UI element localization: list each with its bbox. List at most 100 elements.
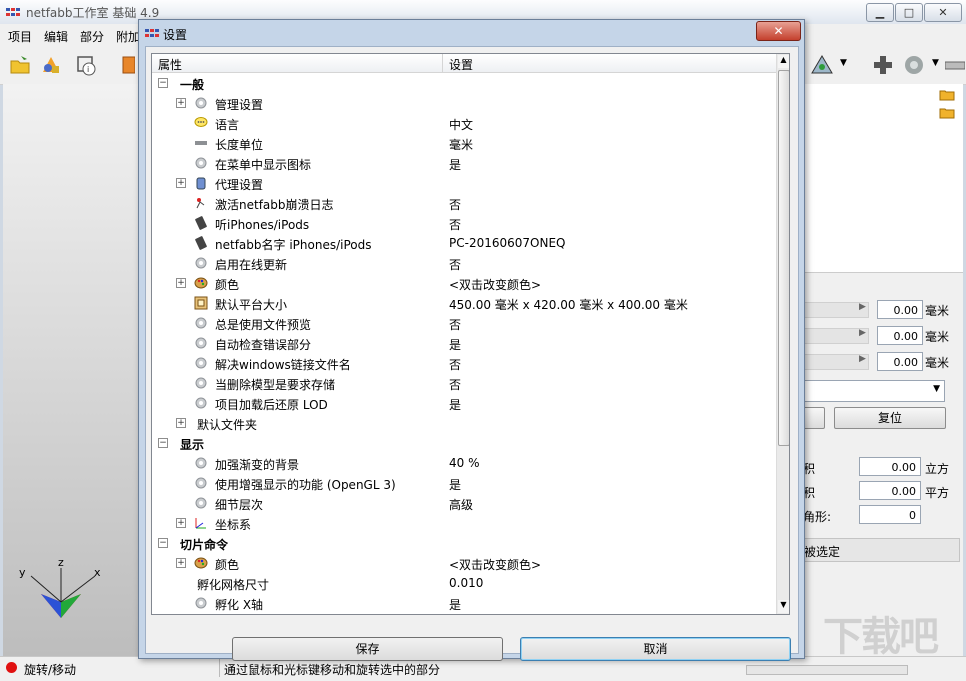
menu-edit[interactable]: 编辑 [44,28,68,45]
column-property-header[interactable]: 属性 [158,56,182,73]
status-mode: 旋转/移动 [24,663,77,677]
collapse-icon[interactable]: − [158,78,168,88]
reset-button[interactable]: 复位 [834,407,946,429]
settings-row[interactable]: 启用在线更新 否 [152,253,777,273]
gear-icon [194,396,208,410]
setting-value[interactable]: 是 [449,336,461,353]
folder-open-icon[interactable] [939,89,955,101]
settings-row[interactable]: 激活netfabb崩溃日志 否 [152,193,777,213]
setting-value[interactable]: 450.00 毫米 x 420.00 毫米 x 400.00 毫米 [449,296,688,313]
collapse-icon[interactable]: − [158,538,168,548]
setting-value[interactable]: <双击改变颜色> [449,276,541,293]
settings-row[interactable]: 孵化网格尺寸 0.010 [152,573,777,593]
settings-row[interactable]: + 管理设置 [152,93,777,113]
settings-row[interactable]: 使用增强显示的功能 (OpenGL 3) 是 [152,473,777,493]
settings-row[interactable]: 长度单位 毫米 [152,133,777,153]
settings-row[interactable]: netfabb名字 iPhones/iPods PC-20160607ONEQ [152,233,777,253]
expand-icon[interactable]: + [176,278,186,288]
analysis-icon[interactable] [810,54,836,76]
expand-icon[interactable]: + [176,178,186,188]
settings-row[interactable]: + 坐标系 [152,513,777,533]
setting-value[interactable]: 否 [449,196,461,213]
selection-bar: 被选定 [803,538,960,562]
scroll-up-button[interactable]: ▲ [778,55,789,68]
apply-button[interactable] [803,407,825,429]
setting-value[interactable]: 毫米 [449,136,473,153]
field-x-input[interactable]: 0.00 [877,300,923,319]
settings-row[interactable]: 加强渐变的背景 40 % [152,453,777,473]
settings-row[interactable]: 当删除模型是要求存储 否 [152,373,777,393]
grid-scrollbar[interactable]: ▲ ▼ [776,54,789,614]
cancel-button[interactable]: 取消 [520,637,791,661]
svg-text:i: i [87,65,89,74]
setting-value[interactable]: 中文 [449,116,473,133]
settings-row[interactable]: 在菜单中显示图标 是 [152,153,777,173]
settings-row[interactable]: 孵化 X轴 是 [152,593,777,613]
setting-value[interactable]: 否 [449,256,461,273]
settings-row[interactable]: 默认平台大小 450.00 毫米 x 420.00 毫米 x 400.00 毫米 [152,293,777,313]
folder-save-icon[interactable] [939,107,955,119]
dialog-close-button[interactable]: ✕ [756,21,801,41]
menu-addon[interactable]: 附加 [116,28,140,45]
minimize-button[interactable]: ▁ [866,3,894,22]
setting-value[interactable]: 否 [449,316,461,333]
settings-row[interactable]: 解决windows链接文件名 否 [152,353,777,373]
settings-section[interactable]: − 显示 [152,433,777,453]
field-z-input[interactable]: 0.00 [877,352,923,371]
project-tree[interactable] [803,84,963,273]
window-close-button[interactable]: ✕ [924,3,962,22]
field-y-input[interactable]: 0.00 [877,326,923,345]
setting-value[interactable]: 是 [449,596,461,613]
settings-row[interactable]: 总是使用文件预览 否 [152,313,777,333]
setting-value[interactable]: 否 [449,216,461,233]
repair-dropdown-icon[interactable]: ▼ [932,58,939,68]
setting-value[interactable]: PC-20160607ONEQ [449,236,565,250]
settings-row[interactable]: 细节层次 高级 [152,493,777,513]
column-setting-header[interactable]: 设置 [449,56,473,73]
setting-value[interactable]: 是 [449,156,461,173]
settings-row[interactable]: + 代理设置 [152,173,777,193]
setting-value[interactable]: 否 [449,376,461,393]
cube-icon[interactable] [121,54,135,76]
gear-icon [194,376,208,390]
plus-icon[interactable] [872,54,894,76]
settings-row[interactable]: 语言 中文 [152,113,777,133]
save-button[interactable]: 保存 [232,637,503,661]
expand-icon[interactable]: + [176,558,186,568]
menu-part[interactable]: 部分 [80,28,104,45]
setting-value[interactable]: 是 [449,396,461,413]
settings-property-grid[interactable]: 属性 设置 − 一般 + 管理设置 语言 中文 长度单位 毫米 在菜单中显示图标是 + 代理设置 激活… [151,53,790,615]
setting-value[interactable]: 是 [449,476,461,493]
expand-icon[interactable]: + [176,418,186,428]
settings-row[interactable]: 项目加载后还原 LOD 是 [152,393,777,413]
phone-icon [194,236,208,250]
settings-row[interactable]: + 颜色 <双击改变颜色> [152,273,777,293]
setting-value[interactable]: 高级 [449,496,473,513]
expand-icon[interactable]: + [176,98,186,108]
collapse-icon[interactable]: − [158,438,168,448]
settings-row[interactable]: + 颜色 <双击改变颜色> [152,553,777,573]
settings-section[interactable]: − 一般 [152,73,777,93]
setting-value[interactable]: 0.010 [449,576,483,590]
settings-row[interactable]: + 默认文件夹 [152,413,777,433]
add-part-icon[interactable] [40,54,62,76]
open-folder-icon[interactable] [9,54,31,76]
scroll-thumb[interactable] [778,70,789,446]
settings-section[interactable]: − 切片命令 [152,533,777,553]
settings-row[interactable]: 自动检查错误部分 是 [152,333,777,353]
repair-icon[interactable] [903,54,925,76]
setting-value[interactable]: 40 % [449,456,480,470]
settings-row[interactable]: 听iPhones/iPods 否 [152,213,777,233]
menu-project[interactable]: 项目 [8,28,32,45]
measure-icon[interactable] [945,54,965,76]
maximize-button[interactable]: □ [895,3,923,22]
mode-select[interactable]: ▼ [803,380,945,402]
analysis-dropdown-icon[interactable]: ▼ [840,58,847,68]
phone-icon [194,216,208,230]
3d-viewport[interactable]: z x y [3,84,138,656]
scroll-down-button[interactable]: ▼ [778,600,789,613]
setting-value[interactable]: 否 [449,356,461,373]
part-info-icon[interactable]: i [75,54,97,76]
expand-icon[interactable]: + [176,518,186,528]
setting-value[interactable]: <双击改变颜色> [449,556,541,573]
